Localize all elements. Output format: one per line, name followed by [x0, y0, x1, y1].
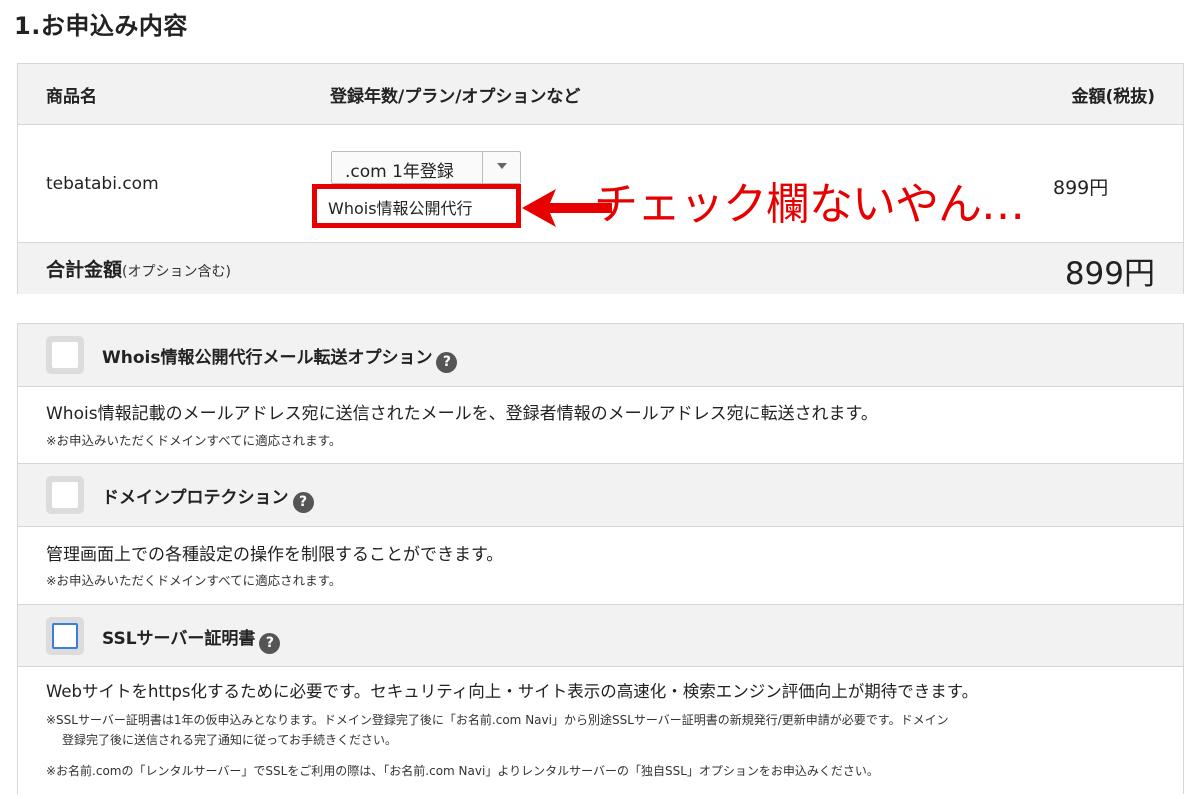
total-label: 合計金額(オプション含む) — [46, 255, 231, 282]
option-description: Whois情報記載のメールアドレス宛に送信されたメールを、登録者情報のメールアド… — [46, 404, 878, 424]
section-title: 1.お申込み内容 — [14, 12, 188, 40]
header-plan: 登録年数/プラン/オプションなど — [330, 87, 581, 107]
help-icon[interactable]: ? — [436, 352, 458, 373]
total-value: 899円 — [1064, 256, 1155, 292]
domain-name: tebatabi.com — [46, 174, 159, 194]
option-body-ssl: Webサイトをhttps化するために必要です。セキュリティ向上・サイト表示の高速… — [18, 667, 1183, 794]
option-title-text: ドメインプロテクション — [102, 488, 289, 508]
help-icon[interactable]: ? — [259, 633, 281, 654]
plan-select[interactable]: .com 1年登録 — [331, 151, 521, 184]
option-header-domain-protection: ドメインプロテクション? — [18, 463, 1183, 527]
option-note: 登録完了後に送信される完了通知に従ってお手続きください。 — [62, 733, 398, 747]
option-note: ※お申込みいただくドメインすべてに適応されます。 — [46, 433, 342, 448]
header-product-name: 商品名 — [46, 87, 97, 107]
option-title-text: SSLサーバー証明書 — [102, 629, 256, 649]
option-body-whois-forward: Whois情報記載のメールアドレス宛に送信されたメールを、登録者情報のメールアド… — [18, 387, 1183, 463]
order-total-row: 合計金額(オプション含む) 899円 — [18, 243, 1183, 294]
domain-protection-checkbox[interactable] — [46, 476, 84, 514]
option-body-domain-protection: 管理画面上での各種設定の操作を制限することができます。 ※お申込みいただくドメイ… — [18, 527, 1183, 605]
whois-option-label: Whois情報公開代行 — [328, 199, 473, 218]
dropdown-arrow-icon[interactable] — [482, 152, 520, 183]
order-table-header: 商品名 登録年数/プラン/オプションなど 金額(税抜) — [18, 64, 1183, 125]
row-price: 899円 — [1053, 177, 1109, 199]
option-header-whois-forward: Whois情報公開代行メール転送オプション? — [18, 323, 1183, 387]
option-description: Webサイトをhttps化するために必要です。セキュリティ向上・サイト表示の高速… — [46, 682, 979, 701]
total-note: (オプション含む) — [122, 264, 231, 280]
option-description: 管理画面上での各種設定の操作を制限することができます。 — [46, 545, 504, 565]
whois-forward-checkbox[interactable] — [46, 336, 84, 374]
plan-select-value: .com 1年登録 — [345, 162, 454, 182]
option-title-text: Whois情報公開代行メール転送オプション — [102, 348, 433, 368]
option-title: Whois情報公開代行メール転送オプション? — [102, 343, 458, 373]
options-panel: Whois情報公開代行メール転送オプション? Whois情報記載のメールアドレス… — [17, 323, 1184, 794]
option-header-ssl: SSLサーバー証明書? — [18, 604, 1183, 667]
option-note: ※お申込みいただくドメインすべてに適応されます。 — [46, 573, 342, 588]
annotation-text: チェック欄ないやん… — [594, 179, 1025, 230]
option-note: ※SSLサーバー証明書は1年の仮申込みとなります。ドメイン登録完了後に「お名前.… — [46, 713, 949, 727]
option-title: ドメインプロテクション? — [102, 483, 314, 513]
total-label-text: 合計金額 — [46, 259, 123, 281]
option-title: SSLサーバー証明書? — [102, 624, 281, 654]
help-icon[interactable]: ? — [292, 492, 314, 513]
header-price: 金額(税抜) — [1071, 87, 1155, 107]
whois-option-highlight: Whois情報公開代行 — [312, 184, 521, 228]
ssl-checkbox[interactable] — [46, 617, 84, 655]
option-note: ※お名前.comの「レンタルサーバー」でSSLをご利用の際は、「お名前.com … — [46, 764, 879, 778]
